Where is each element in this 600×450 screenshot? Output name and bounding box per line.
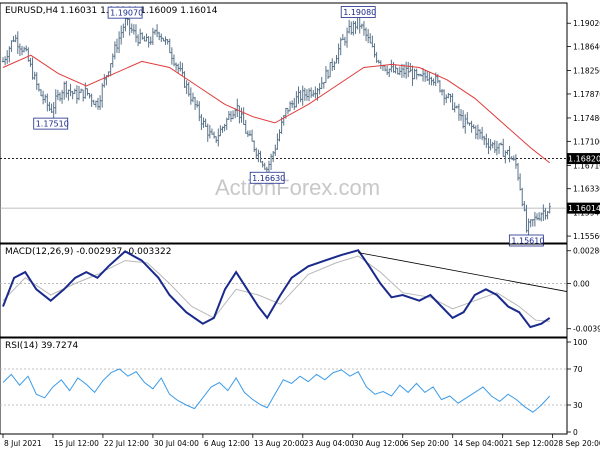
macd-tick-label: -0.00394 [573,325,600,334]
time-tick-label: 6 Aug 12:00 [204,439,250,448]
price-annotation-label: 1.19080 [343,8,376,17]
price-tick-label: 1.18640 [573,43,600,52]
macd-tick-label: 0.00 [573,280,590,289]
rsi-title: RSI(14) 39.7274 [5,341,78,351]
time-tick-label: 8 Jul 2021 [4,439,42,448]
price-tick-label: 1.19020 [573,19,600,28]
price-tick-label: 1.16330 [573,185,600,194]
trading-chart: EURUSD,H4 1.16031 1.16044 1.16009 1.1601… [0,0,600,450]
rsi-tick-label: 0 [573,428,578,437]
chart-background [0,0,600,450]
support-label-text: 1.16820 [568,155,600,164]
time-tick-label: 23 Aug 04:00 [304,439,355,448]
price-tick-label: 1.15560 [573,232,600,241]
last-price-label: 1.16014 [567,202,600,214]
price-annotation-label: 1.17510 [36,120,69,129]
time-tick-label: 6 Sep 20:00 [404,439,450,448]
time-tick-label: 22 Jul 12:00 [104,439,149,448]
time-tick-label: 14 Sep 04:00 [454,439,504,448]
time-tick-label: 30 Jul 04:00 [154,439,199,448]
time-tick-label: 28 Sep 20:00 [554,439,600,448]
price-tick-label: 1.17870 [573,90,600,99]
watermark: ActionForex.com [215,175,380,200]
time-tick-label: 30 Aug 12:00 [354,439,405,448]
price-tick-label: 1.18250 [573,67,600,76]
last-price-text: 1.16014 [568,204,600,213]
time-tick-label: 13 Aug 20:00 [254,439,305,448]
rsi-tick-label: 30 [573,401,583,410]
price-annotation-label: 1.16630 [252,174,285,183]
rsi-tick-label: 100 [573,338,588,347]
price-tick-label: 1.17100 [573,137,600,146]
macd-tick-label: 0.002861 [573,247,600,256]
rsi-tick-label: 70 [573,365,583,374]
symbol-label: EURUSD,H4 [5,6,58,16]
support-label: 1.16820 [567,153,600,165]
price-tick-label: 1.17480 [573,114,600,123]
time-tick-label: 21 Sep 12:00 [504,439,554,448]
macd-title: MACD(12,26,9) -0.002937 -0.003322 [5,247,171,257]
price-annotation-label: 1.19070 [110,9,143,18]
time-tick-label: 15 Jul 12:00 [54,439,99,448]
